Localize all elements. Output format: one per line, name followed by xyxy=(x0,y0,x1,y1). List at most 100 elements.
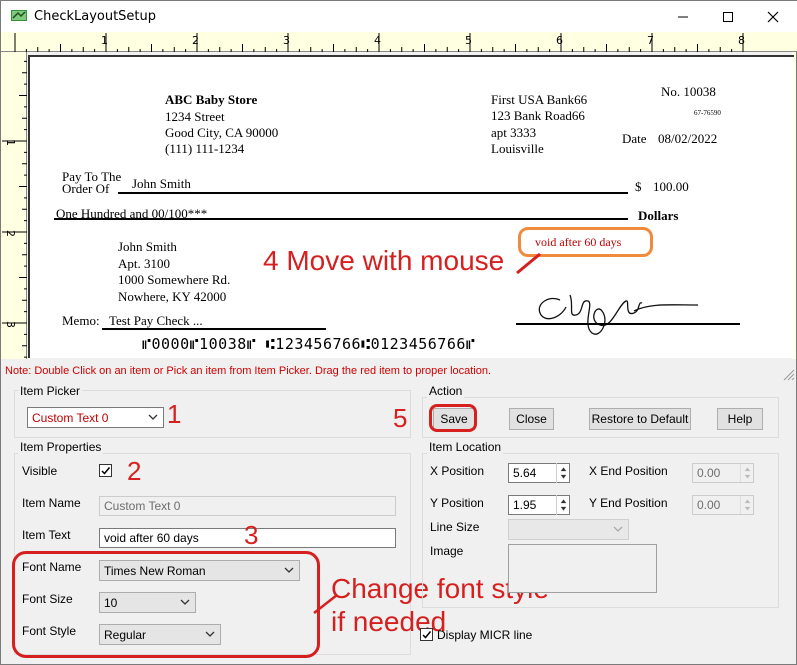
x-position-value: 5.64 xyxy=(513,466,537,480)
minimize-icon xyxy=(678,16,688,17)
maximize-button[interactable] xyxy=(705,1,751,32)
title-bar: CheckLayoutSetup xyxy=(1,1,797,32)
date-value[interactable]: 08/02/2022 xyxy=(658,131,717,147)
payee-name[interactable]: John Smith xyxy=(132,176,191,192)
image-preview-box[interactable] xyxy=(508,544,657,593)
memo-value[interactable]: Test Pay Check ... xyxy=(109,313,203,329)
resize-grip-icon[interactable] xyxy=(781,367,795,381)
item-name-field[interactable]: Custom Text 0 xyxy=(99,496,396,516)
save-highlight xyxy=(429,404,477,432)
void-text-item[interactable]: void after 60 days xyxy=(535,235,621,250)
bank-address-line2[interactable]: apt 3333 xyxy=(491,125,536,141)
restore-to-default-button[interactable]: Restore to Default xyxy=(589,408,691,430)
annotation-arrow-line xyxy=(516,252,541,275)
ruler-ticks xyxy=(2,60,27,358)
checkmark-icon xyxy=(101,467,111,475)
line-size-label: Line Size xyxy=(430,520,480,534)
annotation-number-1: 1 xyxy=(167,399,182,429)
y-end-position-label: Y End Position xyxy=(589,496,668,510)
font-controls-highlight xyxy=(12,551,320,658)
memo-line[interactable] xyxy=(102,328,326,330)
payee-address-line2[interactable]: 1000 Somewhere Rd. xyxy=(118,272,230,288)
memo-label[interactable]: Memo: xyxy=(62,313,100,329)
visible-checkbox[interactable] xyxy=(99,464,112,477)
x-end-position-spinner-icon[interactable] xyxy=(740,463,754,483)
item-picker-label: Item Picker xyxy=(18,384,83,398)
y-end-position-value: 0.00 xyxy=(697,498,721,512)
ruler-number: 3 xyxy=(4,321,17,328)
ruler-number: 6 xyxy=(556,34,563,47)
x-end-position-value: 0.00 xyxy=(697,466,721,480)
y-end-position-spinner-icon[interactable] xyxy=(740,495,754,515)
payee-address-line1[interactable]: Apt. 3100 xyxy=(118,256,170,272)
close-button[interactable]: Close xyxy=(509,408,554,430)
annotation-number-5: 5 xyxy=(393,403,408,433)
instruction-note: Note: Double Click on an item or Pick an… xyxy=(5,365,492,377)
amount-words-line[interactable] xyxy=(54,218,628,220)
payer-address-line2[interactable]: Good City, CA 90000 xyxy=(165,125,278,141)
annotation-move-with-mouse: 4 Move with mouse xyxy=(263,245,505,276)
amount[interactable]: 100.00 xyxy=(653,179,689,195)
item-picker-value: Custom Text 0 xyxy=(32,411,109,425)
check-number[interactable]: No. 10038 xyxy=(661,84,716,100)
pay-to-label-2[interactable]: Order Of xyxy=(62,182,109,195)
bank-address-line1[interactable]: 123 Bank Road66 xyxy=(491,108,585,124)
y-position-label: Y Position xyxy=(430,496,484,510)
payer-phone[interactable]: (111) 111-1234 xyxy=(165,141,244,157)
ruler-number: 4 xyxy=(374,34,381,47)
ruler-number: 2 xyxy=(4,230,17,237)
ruler-number: 8 xyxy=(738,34,745,47)
line-size-select[interactable] xyxy=(508,519,629,540)
checkmark-icon xyxy=(422,631,432,639)
y-position-spinner-icon[interactable] xyxy=(556,495,570,515)
display-micr-label: Display MICR line xyxy=(437,628,533,642)
ruler-number: 2 xyxy=(192,34,199,47)
visible-label: Visible xyxy=(22,464,58,478)
annotation-number-2: 2 xyxy=(127,456,142,486)
bank-name[interactable]: First USA Bank66 xyxy=(491,92,587,108)
horizontal-ruler: 1 2 3 4 5 6 7 8 xyxy=(1,32,797,52)
signature-image[interactable] xyxy=(530,265,710,345)
ruler-number: 3 xyxy=(283,34,290,47)
ruler-number: 1 xyxy=(4,139,17,146)
chevron-down-icon xyxy=(148,414,158,420)
app-icon xyxy=(11,10,27,21)
signature-line[interactable] xyxy=(516,323,740,325)
minimize-button[interactable] xyxy=(660,1,706,32)
x-end-position-label: X End Position xyxy=(589,464,668,478)
item-text-label: Item Text xyxy=(22,528,71,542)
ruler-number: 5 xyxy=(465,34,472,47)
date-label[interactable]: Date xyxy=(622,131,647,147)
payee-address-line3[interactable]: Nowhere, KY 42000 xyxy=(118,289,226,305)
ruler-number: 7 xyxy=(647,34,654,47)
close-window-button[interactable] xyxy=(750,1,796,32)
help-button[interactable]: Help xyxy=(717,408,763,430)
micr-line[interactable]: ⑈0000⑈10038⑈ ⑆123456766⑆0123456766⑈ xyxy=(142,335,475,353)
payee-line[interactable] xyxy=(118,192,628,194)
payer-address-line1[interactable]: 1234 Street xyxy=(165,109,225,125)
item-picker-select[interactable]: Custom Text 0 xyxy=(27,407,164,428)
x-position-label: X Position xyxy=(430,464,485,478)
display-micr-checkbox[interactable] xyxy=(420,628,433,641)
chevron-down-icon xyxy=(613,526,623,532)
image-label: Image xyxy=(430,544,464,558)
payee-address-name[interactable]: John Smith xyxy=(118,239,177,255)
item-properties-label: Item Properties xyxy=(18,440,104,454)
maximize-icon xyxy=(723,11,733,22)
ruler-number: 1 xyxy=(101,34,108,47)
item-name-label: Item Name xyxy=(22,496,81,510)
vertical-ruler: 1 2 3 xyxy=(1,52,27,359)
dollar-sign[interactable]: $ xyxy=(635,179,642,195)
payer-name[interactable]: ABC Baby Store xyxy=(165,92,257,108)
y-position-value: 1.95 xyxy=(513,498,537,512)
check-preview[interactable]: ABC Baby Store 1234 Street Good City, CA… xyxy=(28,55,794,358)
close-icon xyxy=(767,11,779,22)
annotation-number-3: 3 xyxy=(244,520,259,550)
dollars-label[interactable]: Dollars xyxy=(638,208,678,224)
x-position-spinner-icon[interactable] xyxy=(556,463,570,483)
action-label: Action xyxy=(427,384,465,398)
routing-fraction[interactable]: 67-76590 xyxy=(694,109,721,117)
item-location-label: Item Location xyxy=(427,440,504,454)
bank-city[interactable]: Louisville xyxy=(491,141,544,157)
ruler-ticks xyxy=(14,33,744,52)
